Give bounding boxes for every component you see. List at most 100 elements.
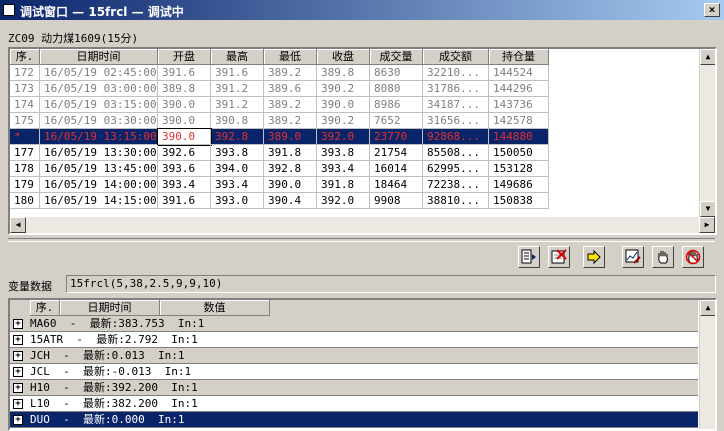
quote-row[interactable]: 175 16/05/19 03:30:00 390.0 390.8 389.2 390.2… <box>10 113 549 129</box>
quote-cell[interactable]: 389.2 <box>264 97 317 113</box>
column-header[interactable]: 开盘 <box>158 49 211 65</box>
quote-cell[interactable]: 180 <box>10 193 40 209</box>
variable-tree[interactable]: 序. 日期时间 数值 + MA60 - 最新:383.753 In:1 +15ATR -… <box>8 298 717 431</box>
quote-cell[interactable]: 92868... <box>423 129 489 145</box>
variable-row[interactable]: + JCH - 最新:0.013 In:1 <box>10 348 698 364</box>
quote-cell[interactable]: 177 <box>10 145 40 161</box>
quote-cell[interactable]: 85508... <box>423 145 489 161</box>
tree-column-header[interactable]: 日期时间 <box>60 300 160 316</box>
column-header[interactable]: 成交量 <box>370 49 423 65</box>
hand-button[interactable] <box>652 246 674 268</box>
quote-cell[interactable]: 62995... <box>423 161 489 177</box>
column-header[interactable]: 日期时间 <box>40 49 158 65</box>
quote-cell[interactable]: 391.6 <box>158 193 211 209</box>
quote-cell[interactable]: 72238... <box>423 177 489 193</box>
column-header[interactable]: 最低 <box>264 49 317 65</box>
quote-cell[interactable]: 8630 <box>370 65 423 81</box>
expand-icon[interactable]: + <box>13 399 23 409</box>
quote-cell[interactable]: 390.0 <box>264 177 317 193</box>
expand-icon[interactable]: + <box>13 351 23 361</box>
quote-cell[interactable]: 392.8 <box>264 161 317 177</box>
column-header[interactable]: 持仓量 <box>489 49 549 65</box>
quote-cell[interactable]: 393.4 <box>211 177 264 193</box>
quote-cell[interactable]: 389.2 <box>264 65 317 81</box>
quote-cell[interactable]: 144296 <box>489 81 549 97</box>
quote-cell[interactable]: 16/05/19 02:45:00 <box>40 65 158 81</box>
quote-cell[interactable]: 8986 <box>370 97 423 113</box>
quote-cell[interactable]: 144880 <box>489 129 549 145</box>
quote-cell[interactable]: 391.2 <box>211 97 264 113</box>
expand-icon[interactable]: + <box>13 383 23 393</box>
tree-column-header[interactable]: 序. <box>30 300 60 316</box>
quote-vertical-scrollbar[interactable]: ▲ ▼ <box>699 49 715 217</box>
quote-cell[interactable]: 390.2 <box>317 113 370 129</box>
scroll-left-button[interactable]: ◀ <box>10 217 26 233</box>
variable-row[interactable]: + MA60 - 最新:383.753 In:1 <box>10 316 698 332</box>
quote-cell[interactable]: 389.8 <box>158 81 211 97</box>
quote-row[interactable]: 177 16/05/19 13:30:00 392.6 393.8 391.8 393.8… <box>10 145 549 161</box>
quote-cell[interactable]: 392.6 <box>158 145 211 161</box>
quote-cell[interactable]: 142578 <box>489 113 549 129</box>
hand-stop-button[interactable] <box>682 246 704 268</box>
delete-sheet-button[interactable] <box>548 246 570 268</box>
tree-vertical-scrollbar[interactable]: ▲ <box>699 300 715 429</box>
scroll-right-button[interactable]: ▶ <box>699 217 715 233</box>
column-header[interactable]: 最高 <box>211 49 264 65</box>
quote-cell[interactable]: 390.0 <box>158 97 211 113</box>
quote-cell[interactable]: 389.8 <box>317 65 370 81</box>
editing-cell[interactable]: 390.0 <box>157 128 212 146</box>
quote-cell[interactable]: 7652 <box>370 113 423 129</box>
quote-cell[interactable]: 393.4 <box>317 161 370 177</box>
quote-cell[interactable]: 16014 <box>370 161 423 177</box>
quote-cell[interactable]: 391.8 <box>264 145 317 161</box>
quote-row[interactable]: 180 16/05/19 14:15:00 391.6 393.0 390.4 392.0… <box>10 193 549 209</box>
quote-cell[interactable]: 16/05/19 14:15:00 <box>40 193 158 209</box>
quote-cell[interactable]: 23770 <box>370 129 423 145</box>
quote-cell[interactable]: 391.2 <box>211 81 264 97</box>
quote-cell[interactable]: 178 <box>10 161 40 177</box>
quote-cell[interactable]: 149686 <box>489 177 549 193</box>
quote-row[interactable]: 178 16/05/19 13:45:00 393.6 394.0 392.8 393.4… <box>10 161 549 177</box>
variables-field[interactable]: 15frcl(5,38,2.5,9,9,10) <box>66 275 716 293</box>
quote-cell[interactable]: 18464 <box>370 177 423 193</box>
quote-cell[interactable]: 175 <box>10 113 40 129</box>
scroll-down-button[interactable]: ▼ <box>700 201 715 217</box>
variable-row[interactable]: + L10 - 最新:382.200 In:1 <box>10 396 698 412</box>
column-header[interactable]: 收盘 <box>317 49 370 65</box>
quote-cell[interactable]: 16/05/19 14:00:00 <box>40 177 158 193</box>
quote-cell[interactable]: 393.4 <box>158 177 211 193</box>
quote-horizontal-scrollbar[interactable]: ◀ ▶ <box>10 217 715 233</box>
quote-cell[interactable]: 392.0 <box>317 129 370 145</box>
quote-cell[interactable]: 390.8 <box>211 113 264 129</box>
quote-cell[interactable]: 38810... <box>423 193 489 209</box>
quote-grid[interactable]: 序. 日期时间 开盘 最高 最低 收盘 成交量 成交额 持仓量 172 16/05/19 02:4… <box>8 47 717 235</box>
export-list-button[interactable] <box>518 246 540 268</box>
quote-cell[interactable]: * <box>10 129 40 145</box>
selected-variable-row[interactable]: + DUO - 最新:0.000 In:1 <box>10 412 698 428</box>
quote-cell[interactable]: 172 <box>10 65 40 81</box>
quote-cell[interactable]: 390.4 <box>264 193 317 209</box>
quote-cell[interactable]: 34187... <box>423 97 489 113</box>
quote-cell[interactable]: 392.0 <box>317 193 370 209</box>
quote-cell[interactable]: 389.2 <box>264 113 317 129</box>
quote-cell[interactable]: 393.6 <box>158 161 211 177</box>
quote-cell[interactable]: 174 <box>10 97 40 113</box>
quote-cell[interactable]: 153128 <box>489 161 549 177</box>
quote-cell[interactable]: 31786... <box>423 81 489 97</box>
column-header[interactable]: 成交额 <box>423 49 489 65</box>
quote-cell[interactable]: 391.6 <box>158 65 211 81</box>
quote-cell[interactable]: 393.8 <box>317 145 370 161</box>
quote-cell[interactable]: 143736 <box>489 97 549 113</box>
quote-cell[interactable]: 16/05/19 03:15:00 <box>40 97 158 113</box>
quote-cell[interactable]: 144524 <box>489 65 549 81</box>
pane-splitter[interactable] <box>8 238 715 242</box>
scroll-up-button[interactable]: ▲ <box>700 49 715 65</box>
quote-cell[interactable]: 16/05/19 13:45:00 <box>40 161 158 177</box>
quote-cell[interactable]: 392.8 <box>211 129 264 145</box>
quote-cell[interactable]: 390.2 <box>317 81 370 97</box>
quote-cell[interactable]: 391.8 <box>317 177 370 193</box>
expand-icon[interactable]: + <box>13 367 23 377</box>
quote-cell[interactable]: 8080 <box>370 81 423 97</box>
quote-cell[interactable]: 393.8 <box>211 145 264 161</box>
quote-cell[interactable]: 173 <box>10 81 40 97</box>
